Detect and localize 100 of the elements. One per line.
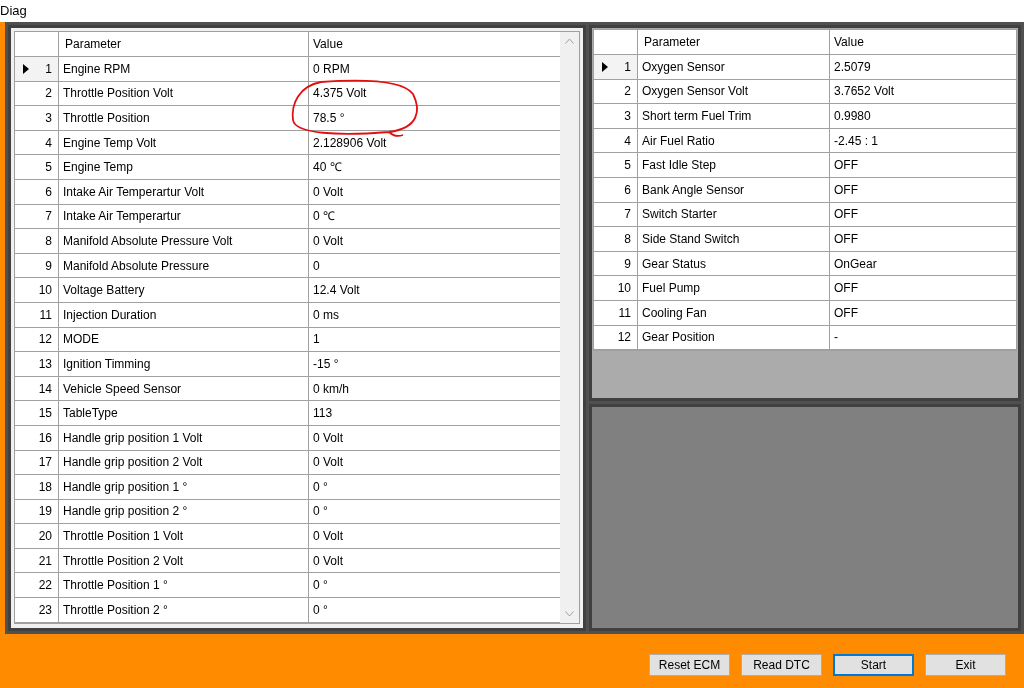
row-header[interactable]: 16 [15, 425, 59, 451]
action-button[interactable]: Start [833, 654, 914, 676]
row-number: 9 [45, 257, 52, 275]
row-header[interactable]: 10 [15, 278, 59, 303]
row-number: 21 [38, 552, 52, 570]
row-header[interactable]: 12 [15, 327, 59, 353]
row-header[interactable]: 10 [594, 276, 638, 301]
row-number: 8 [45, 232, 52, 250]
row-header[interactable]: 8 [594, 227, 638, 252]
table-cell: 40 ℃ [309, 155, 560, 180]
table-cell: -2.45 : 1 [830, 128, 1016, 154]
table-cell: OFF [830, 300, 1016, 326]
table-cell: 0 Volt [309, 425, 560, 451]
scroll-down-icon[interactable] [565, 610, 574, 617]
table-cell: Short term Fuel Trim [638, 104, 830, 129]
row-header[interactable]: 9 [15, 253, 59, 279]
row-header[interactable]: 19 [15, 499, 59, 525]
row-header[interactable]: 18 [15, 475, 59, 500]
table-cell: Vehicle Speed Sensor [59, 376, 309, 402]
column-header[interactable]: Parameter [638, 30, 830, 55]
row-number: 11 [39, 306, 52, 324]
row-number: 1 [624, 58, 631, 76]
table-cell: 1 [309, 327, 560, 353]
row-number: 13 [38, 355, 52, 373]
row-header[interactable]: 4 [15, 130, 59, 156]
table-cell: 0 Volt [309, 548, 560, 574]
table-cell: 0 ° [309, 573, 560, 599]
action-button[interactable]: Read DTC [741, 654, 822, 676]
row-number: 19 [38, 503, 52, 521]
table-cell: Cooling Fan [638, 300, 830, 326]
row-header[interactable]: 5 [594, 153, 638, 178]
table-cell: 0 [309, 253, 560, 279]
row-header[interactable]: 5 [15, 155, 59, 180]
table-cell: Intake Air Temperartur [59, 204, 309, 230]
scroll-up-icon[interactable] [565, 38, 574, 44]
table-cell: Fast Idle Step [638, 153, 830, 178]
table-cell: Handle grip position 1 Volt [59, 425, 309, 451]
row-number: 3 [45, 110, 52, 127]
row-header[interactable]: 17 [15, 450, 59, 476]
row-header[interactable]: 22 [15, 573, 59, 599]
row-number: 17 [38, 454, 52, 472]
column-header[interactable]: Value [830, 30, 1016, 55]
row-header[interactable]: 14 [15, 376, 59, 402]
row-header[interactable]: 11 [15, 302, 59, 328]
row-number: 4 [45, 134, 52, 152]
vertical-scrollbar[interactable] [560, 32, 579, 623]
row-number: 2 [45, 85, 52, 103]
table-cell: 113 [309, 401, 560, 426]
table-cell: Fuel Pump [638, 276, 830, 301]
row-header[interactable]: 23 [15, 598, 59, 623]
table-cell: 0.9980 [830, 104, 1016, 129]
row-header[interactable]: 7 [594, 202, 638, 228]
table-cell: 0 Volt [309, 524, 560, 549]
row-header[interactable]: 12 [594, 325, 638, 351]
row-header[interactable]: 11 [594, 300, 638, 326]
table-cell: Injection Duration [59, 302, 309, 328]
table-cell: Switch Starter [638, 202, 830, 228]
column-header[interactable]: Value [309, 32, 560, 57]
table-cell: 0 ° [309, 475, 560, 500]
current-row-icon [602, 61, 608, 72]
row-number: 11 [618, 304, 631, 322]
row-header[interactable]: 13 [15, 352, 59, 377]
row-header[interactable]: 3 [15, 106, 59, 131]
row-header[interactable]: 6 [594, 177, 638, 203]
table-cell: Manifold Absolute Pressure [59, 253, 309, 279]
table-cell: Engine Temp Volt [59, 130, 309, 156]
row-header[interactable]: 8 [15, 229, 59, 254]
table-cell: Throttle Position 1 Volt [59, 524, 309, 549]
row-header[interactable]: 9 [594, 251, 638, 277]
table-cell: Intake Air Temperartur Volt [59, 179, 309, 205]
table-cell: Gear Position [638, 325, 830, 351]
table-cell: Gear Status [638, 251, 830, 277]
action-button[interactable]: Reset ECM [649, 654, 730, 676]
action-button[interactable]: Exit [925, 654, 1006, 676]
row-header[interactable]: 7 [15, 204, 59, 230]
table-cell: Handle grip position 2 Volt [59, 450, 309, 476]
table-cell: 0 Volt [309, 179, 560, 205]
row-header[interactable]: 2 [594, 79, 638, 105]
row-header[interactable]: 1 [15, 57, 59, 82]
row-header[interactable]: 20 [15, 524, 59, 549]
row-header[interactable]: 21 [15, 548, 59, 574]
row-number: 4 [624, 132, 631, 150]
row-header[interactable]: 4 [594, 128, 638, 154]
row-header[interactable]: 15 [15, 401, 59, 426]
row-header[interactable]: 1 [594, 55, 638, 80]
row-number: 23 [38, 601, 52, 619]
column-header[interactable]: Parameter [59, 32, 309, 57]
row-number: 6 [45, 183, 52, 201]
row-header[interactable]: 6 [15, 179, 59, 205]
row-header[interactable]: 3 [594, 104, 638, 129]
row-number: 9 [624, 255, 631, 273]
table-cell: Bank Angle Sensor [638, 177, 830, 203]
table-cell: 0 ms [309, 302, 560, 328]
table-cell: 2.128906 Volt [309, 130, 560, 156]
row-header[interactable]: 2 [15, 81, 59, 107]
table-cell: OFF [830, 276, 1016, 301]
table-cell: Engine Temp [59, 155, 309, 180]
table-cell: Engine RPM [59, 57, 309, 82]
table-cell: Throttle Position Volt [59, 81, 309, 107]
table-cell: 78.5 ° [309, 106, 560, 131]
